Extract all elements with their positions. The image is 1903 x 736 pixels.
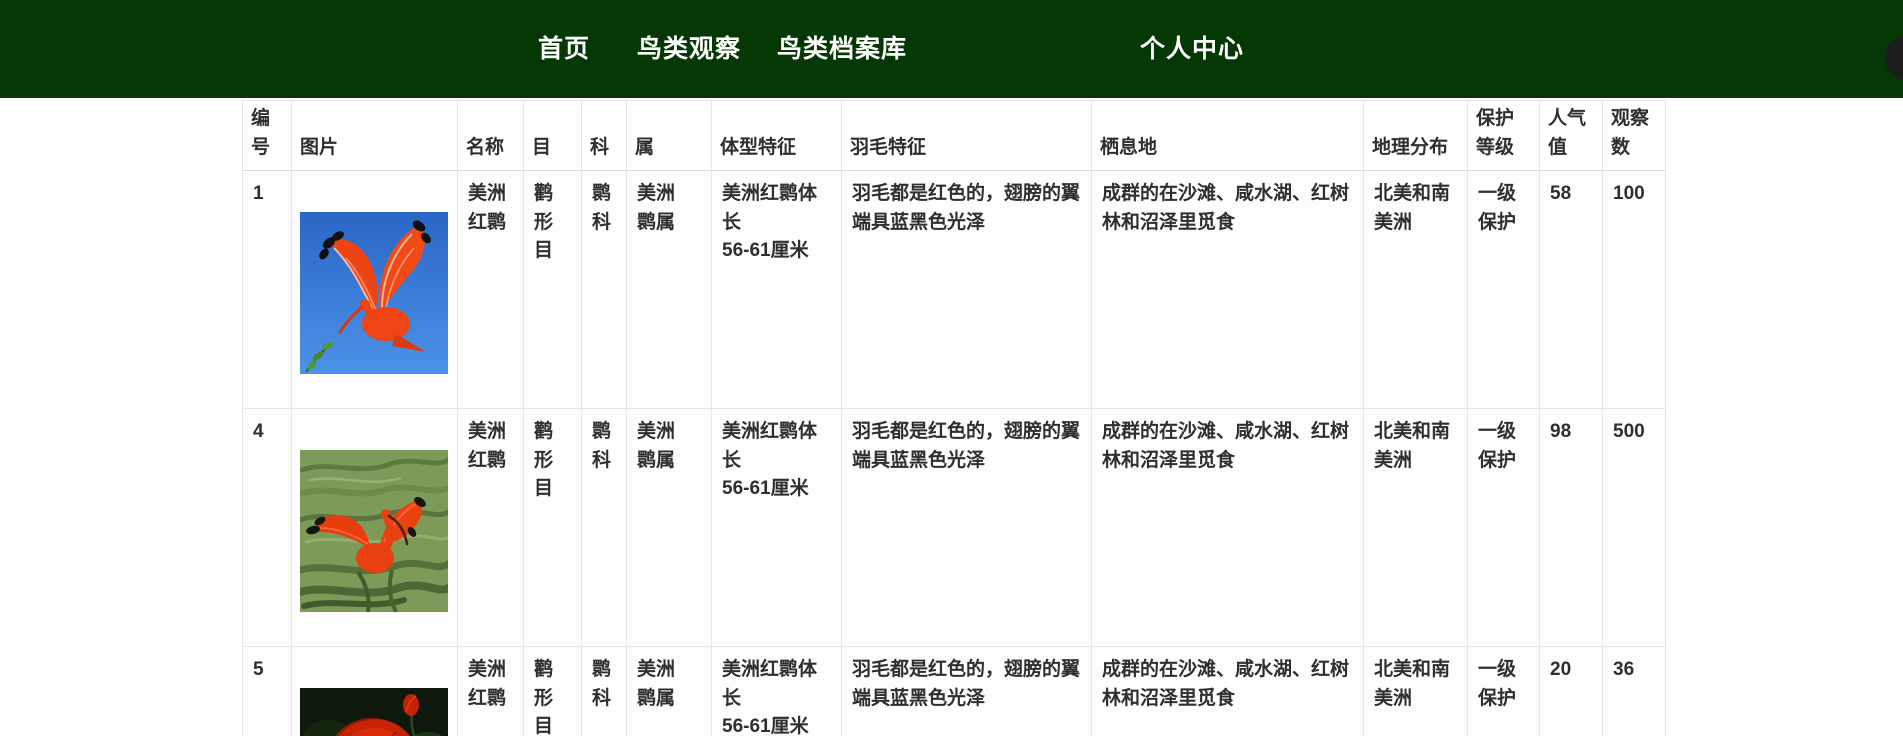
cell-observations: 500 bbox=[1602, 408, 1666, 647]
cell-name: 美洲 红鹮 bbox=[457, 408, 524, 647]
table-row: 5 美洲 红鹮 鹳形 目 鹮 科 美洲 鹮属 美洲红鹮体长 56-61厘米 羽毛… bbox=[242, 646, 1666, 736]
col-header-protection-level: 保护 等级 bbox=[1467, 100, 1540, 171]
cell-family: 鹮 科 bbox=[581, 170, 627, 409]
cell-distribution: 北美和南 美洲 bbox=[1363, 170, 1468, 409]
cell-popularity: 98 bbox=[1539, 408, 1603, 647]
cell-number: 4 bbox=[242, 408, 292, 647]
col-header-body-features: 体型特征 bbox=[711, 100, 842, 171]
cell-name: 美洲 红鹮 bbox=[457, 170, 524, 409]
cell-habitat: 成群的在沙滩、咸水湖、红树 林和沼泽里觅食 bbox=[1091, 646, 1364, 736]
col-header-feather-features: 羽毛特征 bbox=[841, 100, 1092, 171]
cell-family: 鹮 科 bbox=[581, 408, 627, 647]
cell-body-features: 美洲红鹮体长 56-61厘米 bbox=[711, 170, 842, 409]
table-row: 1 美洲 红鹮 鹳形 目 鹮 科 美洲 鹮属 美洲红鹮体长 56-61厘米 羽毛… bbox=[242, 170, 1666, 409]
col-header-name: 名称 bbox=[457, 100, 524, 171]
cell-habitat: 成群的在沙滩、咸水湖、红树 林和沼泽里觅食 bbox=[1091, 170, 1364, 409]
nav-item-home[interactable]: 首页 bbox=[538, 0, 590, 98]
cell-body-features: 美洲红鹮体长 56-61厘米 bbox=[711, 408, 842, 647]
cell-genus: 美洲 鹮属 bbox=[626, 170, 712, 409]
col-header-genus: 属 bbox=[626, 100, 712, 171]
bird-archive-table: 编 号 图片 名称 目 科 属 体型特征 羽毛特征 栖息地 地理分布 保护 等级… bbox=[242, 100, 1666, 736]
cell-number: 1 bbox=[242, 170, 292, 409]
cell-order: 鹳形 目 bbox=[523, 408, 582, 647]
top-navbar: 首页 鸟类观察 鸟类档案库 个人中心 ‹ bbox=[0, 0, 1903, 98]
cell-popularity: 58 bbox=[1539, 170, 1603, 409]
cell-feather-features: 羽毛都是红色的，翅膀的翼 端具蓝黑色光泽 bbox=[841, 408, 1092, 647]
cell-image bbox=[291, 170, 458, 409]
cell-order: 鹳形 目 bbox=[523, 170, 582, 409]
cell-protection-level: 一级 保护 bbox=[1467, 408, 1540, 647]
cell-image bbox=[291, 408, 458, 647]
col-header-observations: 观察 数 bbox=[1602, 100, 1666, 171]
col-header-number: 编 号 bbox=[242, 100, 292, 171]
col-header-family: 科 bbox=[581, 100, 627, 171]
nav-item-bird-observation[interactable]: 鸟类观察 bbox=[637, 0, 741, 98]
cell-name: 美洲 红鹮 bbox=[457, 646, 524, 736]
cell-genus: 美洲 鹮属 bbox=[626, 408, 712, 647]
cell-observations: 36 bbox=[1602, 646, 1666, 736]
col-header-distribution: 地理分布 bbox=[1363, 100, 1468, 171]
col-header-image: 图片 bbox=[291, 100, 458, 171]
red-roses-photo bbox=[300, 687, 448, 736]
cell-body-features: 美洲红鹮体长 56-61厘米 bbox=[711, 646, 842, 736]
col-header-habitat: 栖息地 bbox=[1091, 100, 1364, 171]
col-header-order: 目 bbox=[523, 100, 582, 171]
scarlet-ibis-blue-sky-photo bbox=[300, 211, 448, 374]
cell-feather-features: 羽毛都是红色的，翅膀的翼 端具蓝黑色光泽 bbox=[841, 170, 1092, 409]
table-row: 4 美洲 红鹮 鹳形 目 鹮 科 美洲 鹮属 美洲红鹮体长 56-61厘米 羽毛… bbox=[242, 408, 1666, 647]
cell-feather-features: 羽毛都是红色的，翅膀的翼 端具蓝黑色光泽 bbox=[841, 646, 1092, 736]
header-row: 编 号 图片 名称 目 科 属 体型特征 羽毛特征 栖息地 地理分布 保护 等级… bbox=[242, 100, 1666, 171]
nav-item-personal-center[interactable]: 个人中心 bbox=[1140, 0, 1244, 98]
cell-order: 鹳形 目 bbox=[523, 646, 582, 736]
cell-observations: 100 bbox=[1602, 170, 1666, 409]
cell-family: 鹮 科 bbox=[581, 646, 627, 736]
cell-number: 5 bbox=[242, 646, 292, 736]
chevron-left-icon[interactable]: ‹ bbox=[1885, 36, 1903, 80]
page: { "navbar": { "background_color": "#0538… bbox=[0, 0, 1903, 736]
cell-popularity: 20 bbox=[1539, 646, 1603, 736]
cell-genus: 美洲 鹮属 bbox=[626, 646, 712, 736]
col-header-popularity: 人气 值 bbox=[1539, 100, 1603, 171]
cell-protection-level: 一级 保护 bbox=[1467, 646, 1540, 736]
nav-item-bird-archive[interactable]: 鸟类档案库 bbox=[777, 0, 907, 98]
cell-protection-level: 一级 保护 bbox=[1467, 170, 1540, 409]
scarlet-ibis-grassland-photo bbox=[300, 449, 448, 612]
cell-distribution: 北美和南 美洲 bbox=[1363, 646, 1468, 736]
cell-image bbox=[291, 646, 458, 736]
cell-distribution: 北美和南 美洲 bbox=[1363, 408, 1468, 647]
cell-habitat: 成群的在沙滩、咸水湖、红树 林和沼泽里觅食 bbox=[1091, 408, 1364, 647]
